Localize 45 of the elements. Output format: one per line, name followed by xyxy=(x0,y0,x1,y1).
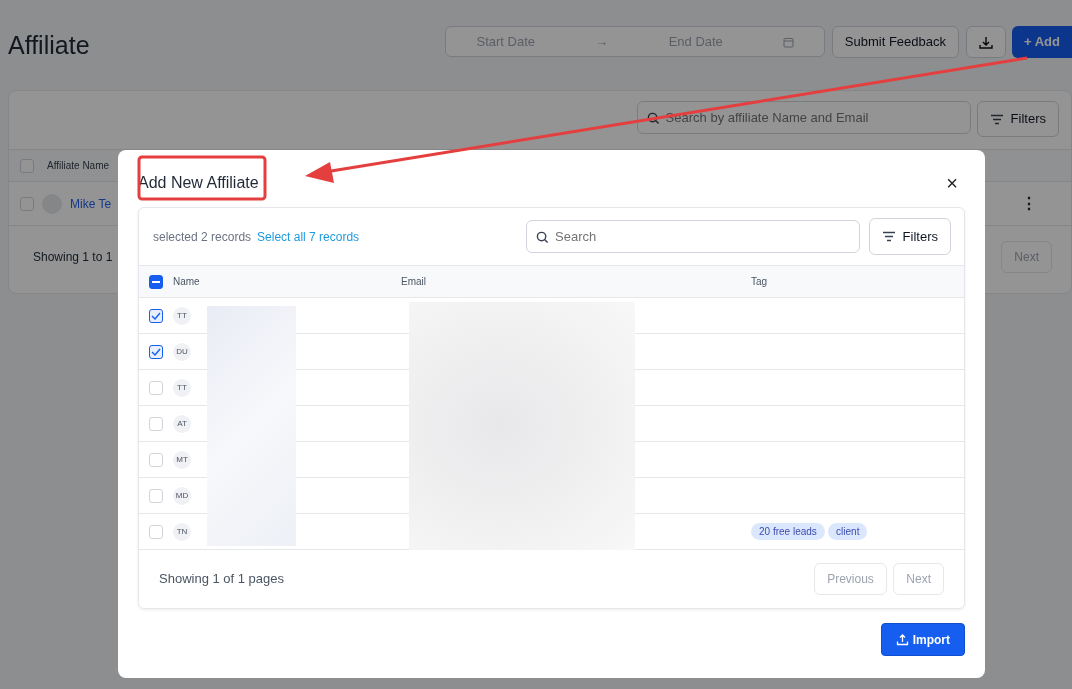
selection-summary: selected 2 records xyxy=(153,228,252,246)
filters-button[interactable]: Filters xyxy=(977,101,1059,137)
checkbox[interactable] xyxy=(149,308,163,323)
download-button[interactable] xyxy=(965,26,1006,58)
avatar-initials: DU xyxy=(173,342,191,361)
check-icon xyxy=(151,347,161,356)
pagination-summary: Showing 1 of 1 pages xyxy=(159,570,285,589)
date-range-field[interactable]: Start Date → End Date xyxy=(445,26,826,57)
avatar-initials: AT xyxy=(173,414,191,433)
upload-icon xyxy=(896,633,910,646)
column-header: Name xyxy=(173,276,200,287)
calendar-icon xyxy=(783,36,795,48)
next-button[interactable]: Next xyxy=(1001,241,1052,273)
check-icon xyxy=(151,311,161,320)
end-date-placeholder: End Date xyxy=(668,32,723,51)
search-field[interactable]: Search xyxy=(526,220,861,253)
feedback-button[interactable]: Submit Feedback xyxy=(831,26,959,58)
add-button[interactable]: + Add xyxy=(1012,26,1072,58)
import-button[interactable]: Import xyxy=(881,623,965,656)
close-button[interactable]: × xyxy=(945,171,959,194)
column-header: Affiliate Name xyxy=(47,159,110,173)
column-header: Email xyxy=(401,276,426,287)
affiliate-name-link[interactable]: Mike Te xyxy=(70,194,112,213)
filter-icon xyxy=(882,231,897,242)
avatar-initials: TT xyxy=(173,378,191,397)
avatar-initials: MD xyxy=(173,486,191,505)
filter-icon xyxy=(990,113,1005,125)
download-icon xyxy=(978,35,993,50)
avatar-initials: TT xyxy=(173,306,191,325)
select-all-link[interactable]: Select all 7 records xyxy=(257,227,360,246)
column-header: Tag xyxy=(751,276,768,287)
modal-title: Add New Affiliate xyxy=(138,172,259,193)
avatar-initials: TN xyxy=(173,522,191,541)
tag: client xyxy=(828,523,868,540)
page-title: Affiliate xyxy=(8,30,90,60)
filters-button[interactable]: Filters xyxy=(869,218,951,255)
more-icon[interactable]: ⋮ xyxy=(1021,191,1037,216)
arrow-icon: → xyxy=(595,31,609,52)
start-date-placeholder: Start Date xyxy=(476,32,535,51)
checkbox[interactable] xyxy=(149,344,163,359)
select-all-checkbox[interactable] xyxy=(149,274,163,289)
tag: 20 free leads xyxy=(751,523,825,540)
pagination-summary: Showing 1 to 1 xyxy=(33,249,113,266)
avatar-initials: MT xyxy=(173,450,191,469)
minus-icon xyxy=(152,280,160,283)
